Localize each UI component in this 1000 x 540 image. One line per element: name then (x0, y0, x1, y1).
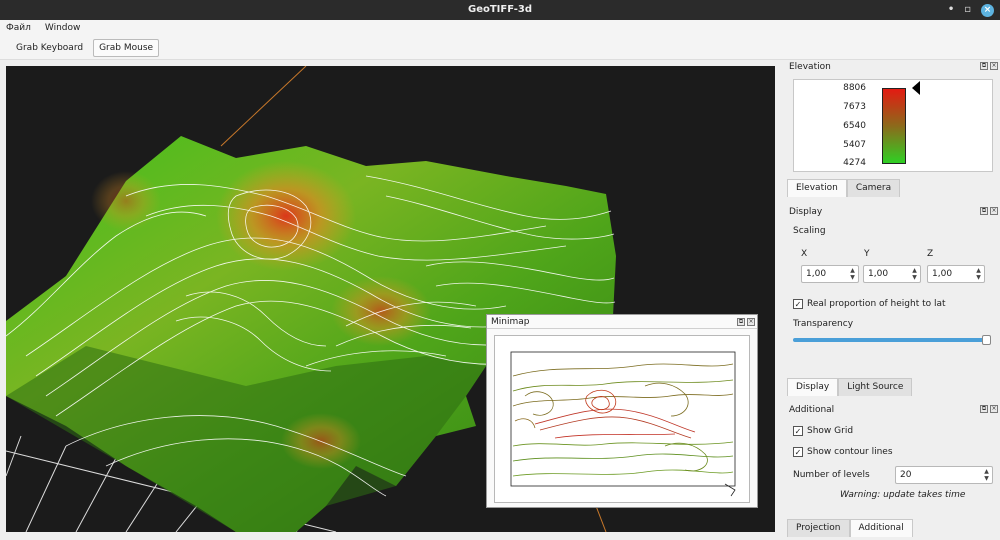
additional-dock-title: Additional (789, 405, 835, 415)
side-panel: Elevation ⧉ × 8806 7673 6540 5407 4274 E… (783, 60, 1000, 540)
additional-dock-header: Additional ⧉ × (783, 403, 1000, 417)
real-proportion-check-icon[interactable]: ✓ (793, 299, 803, 309)
additional-dock-controls: ⧉ × (980, 405, 998, 413)
scale-z-label: Z (927, 249, 934, 259)
bottom-tab-bar: Projection Additional (787, 519, 913, 537)
elevation-dock-controls: ⧉ × (980, 62, 998, 70)
menu-file[interactable]: Файл (6, 23, 31, 33)
minimap-window[interactable]: Minimap ⧉ × (486, 314, 758, 508)
grab-mouse-button[interactable]: Grab Mouse (93, 38, 160, 57)
transparency-slider-track[interactable] (793, 338, 991, 342)
restore-button[interactable]: ▫ (964, 0, 971, 20)
tab-display[interactable]: Display (787, 378, 839, 396)
levels-spinbox[interactable]: 20 ▲ ▼ (895, 466, 993, 484)
update-warning: Warning: update takes time (840, 490, 966, 500)
minimap-title: Minimap (491, 317, 530, 327)
spin-down-icon[interactable]: ▼ (912, 274, 917, 281)
minimize-button[interactable]: • (948, 0, 954, 20)
real-proportion-label: Real proportion of height to lat (807, 299, 946, 309)
additional-close-icon[interactable]: × (990, 405, 998, 413)
spin-down-icon[interactable]: ▼ (850, 274, 855, 281)
display-dock-controls: ⧉ × (980, 207, 998, 215)
minimap-header: Minimap ⧉ × (487, 315, 757, 329)
top-tab-bar: Elevation Camera (787, 179, 901, 197)
show-grid-label: Show Grid (807, 426, 854, 436)
levels-arrows[interactable]: ▲ ▼ (983, 468, 990, 482)
grab-keyboard-button[interactable]: Grab Keyboard (10, 39, 89, 57)
spin-up-icon[interactable]: ▲ (976, 267, 981, 274)
tab-light-source[interactable]: Light Source (838, 378, 913, 396)
display-float-icon[interactable]: ⧉ (980, 207, 988, 215)
window-controls: • ▫ × (948, 0, 994, 20)
minimap-controls: ⧉ × (737, 318, 755, 326)
transparency-label: Transparency (793, 319, 854, 329)
levels-label: Number of levels (793, 470, 870, 480)
spin-up-icon[interactable]: ▲ (850, 267, 855, 274)
minimap-view[interactable] (494, 335, 750, 503)
tab-camera[interactable]: Camera (846, 179, 901, 197)
title-bar: GeoTIFF-3d • ▫ × (0, 0, 1000, 20)
tab-projection[interactable]: Projection (787, 519, 850, 537)
spin-up-icon[interactable]: ▲ (984, 468, 989, 475)
show-contour-label: Show contour lines (807, 447, 893, 457)
minimap-render (510, 351, 736, 497)
additional-float-icon[interactable]: ⧉ (980, 405, 988, 413)
scale-y-label: Y (864, 249, 870, 259)
tab-additional[interactable]: Additional (849, 519, 913, 537)
show-contour-checkbox[interactable]: ✓ Show contour lines (793, 447, 893, 457)
elevation-close-icon[interactable]: × (990, 62, 998, 70)
show-contour-check-icon[interactable]: ✓ (793, 447, 803, 457)
minimap-close-icon[interactable]: × (747, 318, 755, 326)
scale-y-arrows[interactable]: ▲ ▼ (911, 267, 918, 281)
display-close-icon[interactable]: × (990, 207, 998, 215)
spin-down-icon[interactable]: ▼ (976, 274, 981, 281)
menu-window[interactable]: Window (45, 23, 81, 33)
legend-tick: 7673 (843, 102, 866, 112)
scale-z-value: 1,00 (932, 269, 953, 279)
elevation-float-icon[interactable]: ⧉ (980, 62, 988, 70)
close-button[interactable]: × (981, 3, 994, 17)
legend-tick: 6540 (843, 121, 866, 131)
scale-z-spinbox[interactable]: 1,00 ▲ ▼ (927, 265, 985, 283)
menu-bar: Файл Window (0, 20, 1000, 36)
middle-tab-bar: Display Light Source (787, 378, 913, 396)
scale-x-value: 1,00 (806, 269, 827, 279)
legend-tick: 5407 (843, 140, 866, 150)
scale-x-arrows[interactable]: ▲ ▼ (849, 267, 856, 281)
spin-up-icon[interactable]: ▲ (912, 267, 917, 274)
spin-down-icon[interactable]: ▼ (984, 475, 989, 482)
scale-x-spinbox[interactable]: 1,00 ▲ ▼ (801, 265, 859, 283)
scale-z-arrows[interactable]: ▲ ▼ (975, 267, 982, 281)
elevation-gradient-bar (882, 88, 906, 164)
scale-y-value: 1,00 (868, 269, 889, 279)
levels-value: 20 (900, 470, 912, 480)
legend-tick: 8806 (843, 83, 866, 93)
display-dock-header: Display ⧉ × (783, 205, 1000, 219)
elevation-dock-title: Elevation (789, 62, 831, 72)
window-title: GeoTIFF-3d (467, 4, 533, 15)
toolbar: Grab Keyboard Grab Mouse (0, 36, 1000, 60)
show-grid-checkbox[interactable]: ✓ Show Grid (793, 426, 853, 436)
elevation-dock-header: Elevation ⧉ × (783, 60, 1000, 74)
tab-elevation[interactable]: Elevation (787, 179, 847, 197)
scale-y-spinbox[interactable]: 1,00 ▲ ▼ (863, 265, 921, 283)
elevation-legend: 8806 7673 6540 5407 4274 (793, 79, 993, 172)
scaling-label: Scaling (793, 226, 826, 236)
display-dock-title: Display (789, 207, 823, 217)
minimap-float-icon[interactable]: ⧉ (737, 318, 745, 326)
legend-tick: 4274 (843, 158, 866, 168)
show-grid-check-icon[interactable]: ✓ (793, 426, 803, 436)
scale-x-label: X (801, 249, 808, 259)
elevation-marker-icon[interactable] (912, 81, 920, 95)
transparency-slider-handle[interactable] (982, 335, 991, 345)
real-proportion-checkbox[interactable]: ✓ Real proportion of height to lat (793, 299, 946, 309)
